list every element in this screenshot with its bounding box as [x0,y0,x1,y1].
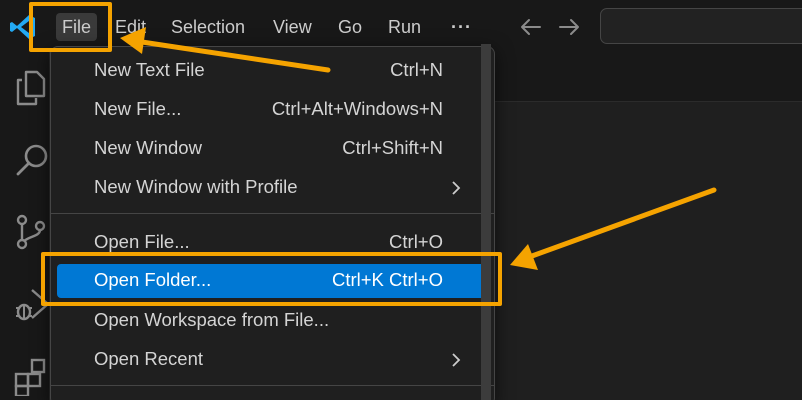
arrow-to-open-folder [510,187,717,270]
annotation-arrows [120,27,717,270]
arrow-to-file-menu [120,27,331,73]
